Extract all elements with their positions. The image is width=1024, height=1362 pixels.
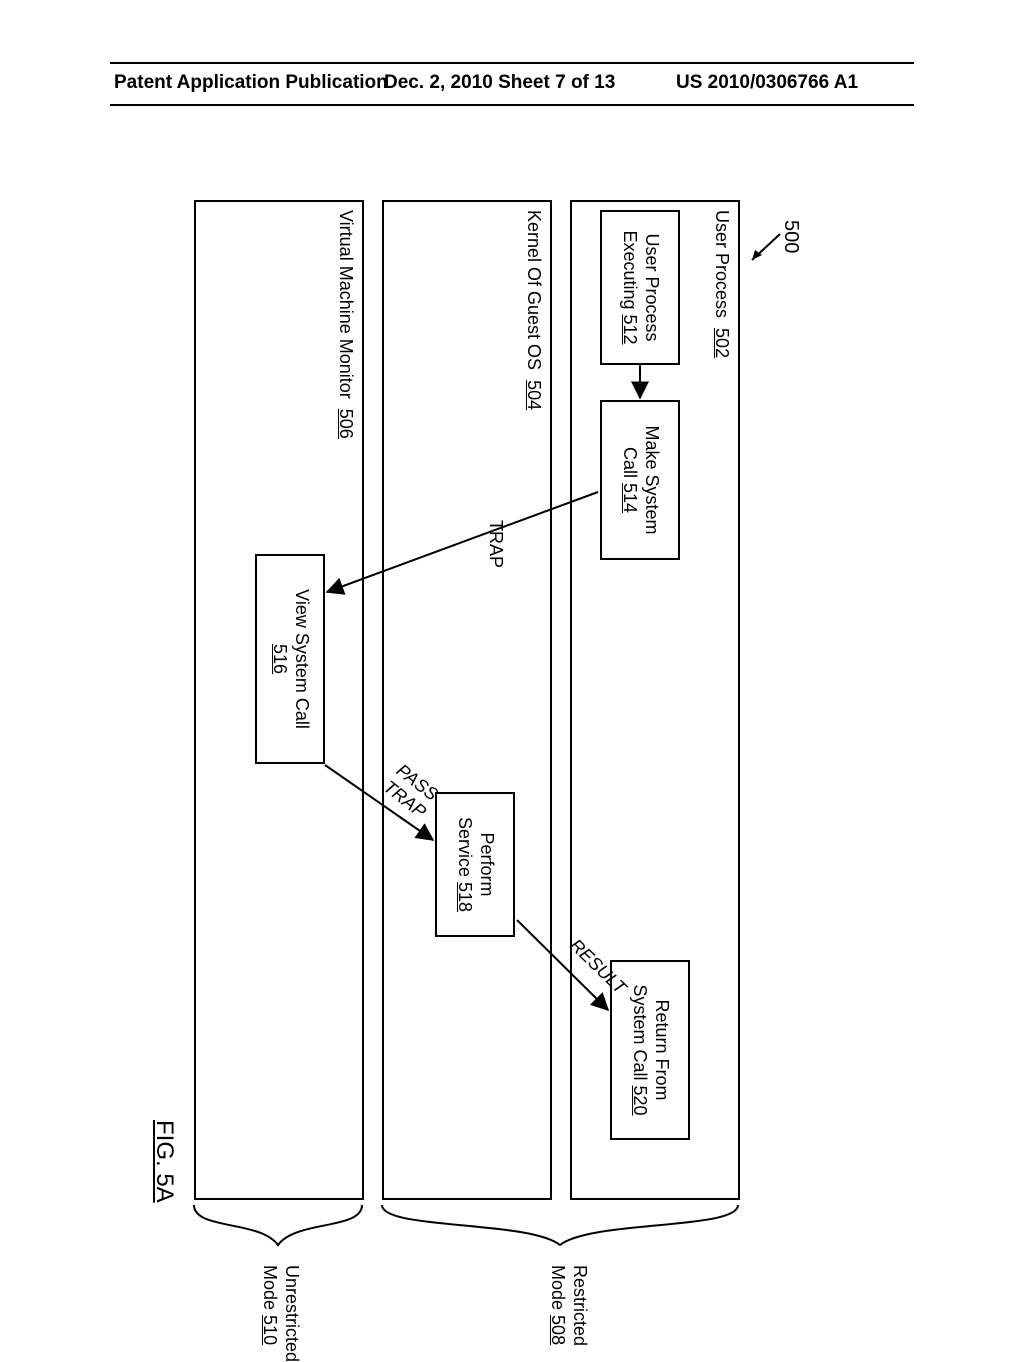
label-unrestricted-mode: Unrestricted Mode 510	[259, 1265, 302, 1362]
header-rule-bottom	[110, 104, 914, 106]
bracket-restricted	[378, 1200, 742, 1260]
header-rule-top	[110, 62, 914, 64]
arrow-label-trap: TRAP	[485, 520, 506, 568]
header-pub-number: US 2010/0306766 A1	[676, 72, 858, 94]
arrows-svg	[160, 200, 760, 1220]
figure-ref-500: 500	[779, 220, 802, 253]
bracket-unrestricted	[190, 1200, 366, 1260]
header-date-sheet: Dec. 2, 2010 Sheet 7 of 13	[384, 72, 615, 94]
figure-label: FIG. 5A	[150, 1120, 178, 1203]
label-restricted-mode: Restricted Mode 508	[547, 1265, 590, 1346]
header-publication: Patent Application Publication	[114, 72, 388, 94]
figure-ref-leader	[742, 222, 782, 272]
